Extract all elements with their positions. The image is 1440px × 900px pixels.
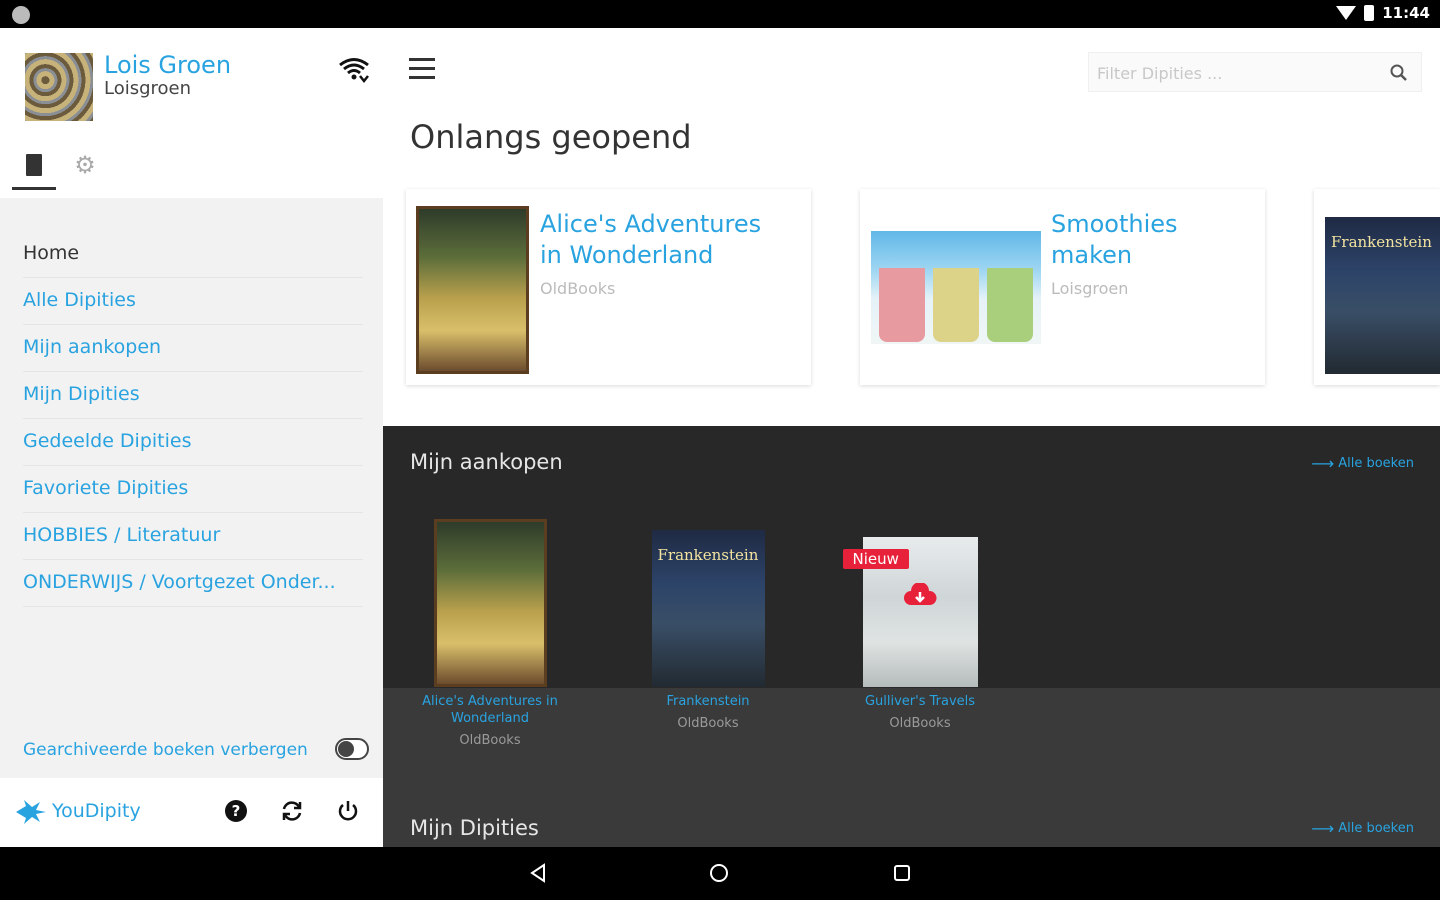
book-publisher: OldBooks — [889, 716, 951, 731]
brand-label[interactable]: YouDipity — [52, 800, 141, 822]
arrow-right-icon: ⟶ — [1311, 454, 1335, 473]
status-bar: 11:44 — [0, 0, 1440, 28]
power-icon — [338, 801, 358, 821]
book-cover-alice — [416, 206, 529, 374]
book-cover-smoothies — [871, 231, 1041, 344]
wifi-signal-icon — [1336, 6, 1357, 20]
hamburger-menu-icon[interactable] — [409, 58, 435, 80]
new-badge: Nieuw — [842, 549, 909, 569]
home-icon[interactable] — [708, 862, 730, 884]
recent-card-publisher: Loisgroen — [1051, 279, 1129, 298]
sidebar-footer: YouDipity ? — [0, 778, 383, 847]
sidebar-nav: Home Alle Dipities Mijn aankopen Mijn Di… — [0, 231, 383, 607]
recent-card-frankenstein[interactable]: Frankenstein — [1314, 189, 1440, 385]
search-icon[interactable] — [1389, 63, 1409, 83]
cover-title: Frankenstein — [1331, 233, 1432, 251]
book-cover-gulliver: Nieuw — [842, 537, 978, 687]
profile-header: Lois Groen Loisgroen ⚙ — [0, 28, 383, 198]
wifi-sync-icon[interactable] — [338, 56, 370, 84]
recent-card-publisher: OldBooks — [540, 279, 616, 298]
book-publisher: OldBooks — [459, 733, 521, 748]
recent-card-smoothies[interactable]: Smoothies maken Loisgroen — [860, 189, 1265, 385]
recent-card-title: Smoothies maken — [1051, 210, 1178, 269]
svg-text:?: ? — [232, 802, 241, 820]
tab-books[interactable] — [12, 150, 56, 190]
sync-icon — [282, 801, 302, 821]
sidebar-item-alle-dipities[interactable]: Alle Dipities — [23, 278, 363, 325]
recent-card-title: Alice's Adventures in Wonderland — [540, 210, 762, 269]
book-title: Gulliver's Travels — [864, 694, 976, 709]
book-cover-frankenstein: Frankenstein — [651, 530, 765, 687]
back-icon[interactable] — [527, 862, 549, 884]
purchase-book-alice[interactable]: Alice's Adventures in Wonderland OldBook… — [405, 519, 575, 748]
archive-toggle[interactable] — [335, 738, 369, 760]
book-publisher: OldBooks — [677, 716, 739, 731]
purchases-title: Mijn aankopen — [410, 450, 563, 474]
book-cover-alice — [433, 519, 547, 687]
status-time: 11:44 — [1382, 4, 1430, 22]
search-input[interactable] — [1097, 61, 1377, 85]
book-cover-frankenstein: Frankenstein — [1325, 217, 1440, 374]
sidebar: Lois Groen Loisgroen ⚙ Home Alle Dipitie… — [0, 28, 383, 847]
purchases-section: Mijn aankopen ⟶ Alle boeken Alice's Adve… — [383, 426, 1440, 847]
help-button[interactable]: ? — [223, 798, 249, 824]
sidebar-item-home[interactable]: Home — [23, 231, 363, 278]
book-title: Alice's Adventures in Wonderland — [422, 694, 558, 726]
sidebar-item-gedeelde-dipities[interactable]: Gedeelde Dipities — [23, 419, 363, 466]
book-icon — [26, 154, 42, 176]
recent-section-title: Onlangs geopend — [410, 118, 692, 156]
sidebar-item-mijn-dipities[interactable]: Mijn Dipities — [23, 372, 363, 419]
help-icon: ? — [225, 800, 247, 822]
search-box — [1088, 52, 1422, 92]
archive-toggle-row: Gearchiveerde boeken verbergen — [23, 734, 373, 766]
sidebar-item-onderwijs[interactable]: ONDERWIJS / Voortgezet Onder... — [23, 560, 363, 607]
sync-button[interactable] — [279, 798, 305, 824]
book-title: Frankenstein — [666, 694, 750, 709]
avatar[interactable] — [25, 53, 93, 121]
status-icons: 11:44 — [1336, 4, 1430, 22]
notification-icon — [12, 6, 30, 24]
recent-card-alice[interactable]: Alice's Adventures in Wonderland OldBook… — [406, 189, 811, 385]
sidebar-item-favoriete-dipities[interactable]: Favoriete Dipities — [23, 466, 363, 513]
logout-button[interactable] — [335, 798, 361, 824]
mydipities-title: Mijn Dipities — [410, 816, 539, 840]
cloud-download-icon[interactable] — [903, 583, 937, 609]
gear-icon[interactable]: ⚙ — [72, 152, 98, 178]
battery-icon — [1364, 5, 1375, 21]
all-books-label: Alle boeken — [1338, 456, 1414, 471]
cover-title: Frankenstein — [657, 546, 759, 564]
youdipity-logo-icon — [16, 800, 46, 824]
archive-toggle-label: Gearchiveerde boeken verbergen — [23, 740, 308, 760]
recent-apps-icon[interactable] — [891, 862, 913, 884]
profile-name[interactable]: Lois Groen — [104, 51, 231, 79]
sidebar-item-mijn-aankopen[interactable]: Mijn aankopen — [23, 325, 363, 372]
sidebar-item-hobbies-literatuur[interactable]: HOBBIES / Literatuur — [23, 513, 363, 560]
purchase-book-frankenstein[interactable]: Frankenstein Frankenstein OldBooks — [623, 519, 793, 731]
main-content: Onlangs geopend Alice's Adventures in Wo… — [383, 28, 1440, 847]
all-books-label: Alle boeken — [1338, 821, 1414, 836]
profile-username: Loisgroen — [104, 78, 192, 99]
toggle-knob — [338, 741, 354, 757]
purchase-book-gulliver[interactable]: Nieuw Gulliver's Travels OldBooks — [835, 519, 1005, 731]
purchases-all-books-link[interactable]: ⟶ Alle boeken — [1311, 454, 1414, 473]
arrow-right-icon: ⟶ — [1311, 819, 1335, 838]
mydipities-all-books-link[interactable]: ⟶ Alle boeken — [1311, 819, 1414, 838]
system-nav-bar — [0, 847, 1440, 900]
